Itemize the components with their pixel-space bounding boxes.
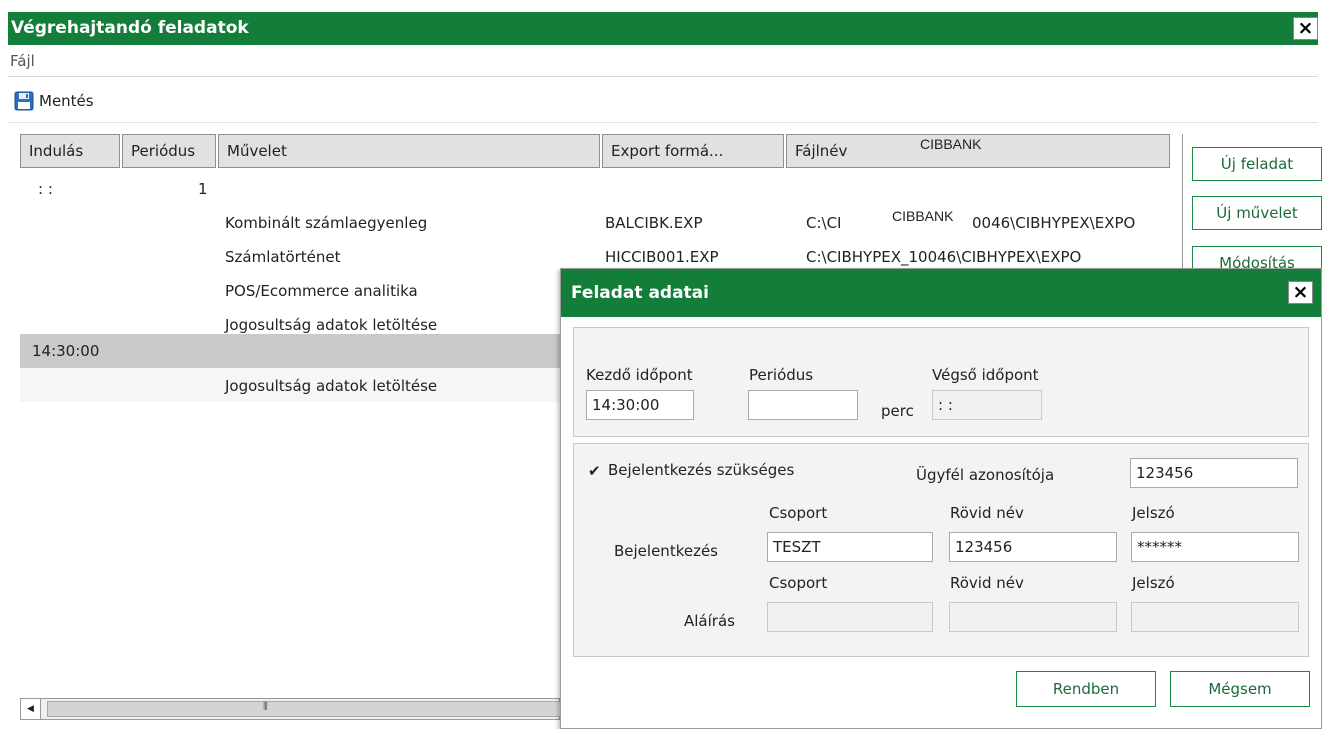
time-panel: Kezdő időpont 14:30:00 Periódus perc Vég… xyxy=(573,327,1309,437)
row-operation[interactable]: Jogosultság adatok letöltése xyxy=(225,316,437,334)
signature-group-input xyxy=(767,602,933,632)
login-panel: ✔ Bejelentkezés szükséges Ügyfél azonosí… xyxy=(573,443,1309,657)
login-short-name-input[interactable]: 123456 xyxy=(949,532,1117,562)
dialog-title: Feladat adatai xyxy=(571,283,709,303)
signature-row-label: Aláírás xyxy=(684,612,735,630)
row-file: C:\CIBHYPEX_10046\CIBHYPEX\EXPO xyxy=(806,248,1082,266)
row-format: HICCIB001.EXP xyxy=(605,248,719,266)
end-time-input: : : xyxy=(932,390,1042,420)
menu-separator xyxy=(8,76,1318,77)
signature-group-header: Csoport xyxy=(769,574,828,592)
scroll-left-icon[interactable]: ◀ xyxy=(21,699,41,719)
period-unit: perc xyxy=(881,402,914,420)
cancel-button[interactable]: Mégsem xyxy=(1170,671,1310,707)
signature-password-input xyxy=(1131,602,1299,632)
column-header-filename-label: Fájlnév xyxy=(795,142,848,160)
client-id-label: Ügyfél azonosítója xyxy=(916,466,1055,484)
floppy-disk-icon xyxy=(14,91,34,111)
row-operation[interactable]: POS/Ecommerce analitika xyxy=(225,282,418,300)
save-label: Mentés xyxy=(39,92,94,110)
column-header-start[interactable]: Indulás xyxy=(20,134,120,168)
signature-short-name-input xyxy=(949,602,1117,632)
row-file-suffix: 0046\CIBHYPEX\EXPO xyxy=(972,214,1136,232)
dialog-title-bar: Feladat adatai xyxy=(561,269,1321,317)
save-button[interactable]: Mentés xyxy=(14,90,94,112)
login-short-name-header: Rövid név xyxy=(950,504,1024,522)
signature-short-name-header: Rövid név xyxy=(950,574,1024,592)
header-overlay-text: CIBBANK xyxy=(920,136,982,152)
horizontal-scrollbar[interactable]: ◀ ⦀ xyxy=(20,698,567,720)
toolbar-separator xyxy=(8,122,1318,123)
login-required-label: Bejelentkezés szükséges xyxy=(608,461,795,479)
signature-password-header: Jelszó xyxy=(1132,574,1175,592)
window-title: Végrehajtandó feladatok xyxy=(11,18,249,38)
scroll-grip-icon: ⦀ xyxy=(263,700,268,713)
start-time-input[interactable]: 14:30:00 xyxy=(586,390,694,420)
row-file-prefix: C:\CI xyxy=(806,214,842,232)
row-operation[interactable]: Számlatörténet xyxy=(225,248,341,266)
task2-start: 14:30:00 xyxy=(32,342,100,360)
new-task-button[interactable]: Új feladat xyxy=(1192,147,1322,181)
period-input[interactable] xyxy=(748,390,858,420)
login-password-header: Jelszó xyxy=(1132,504,1175,522)
start-time-label: Kezdő időpont xyxy=(586,366,693,384)
row-operation[interactable]: Kombinált számlaegyenleg xyxy=(225,214,427,232)
scroll-thumb[interactable] xyxy=(47,701,567,717)
row-operation[interactable]: Jogosultság adatok letöltése xyxy=(225,377,437,395)
task1-period: 1 xyxy=(198,180,208,198)
column-header-export-format[interactable]: Export formá... xyxy=(602,134,784,168)
new-operation-button[interactable]: Új művelet xyxy=(1192,196,1322,230)
login-row-label: Bejelentkezés xyxy=(614,542,718,560)
row-file-overlay: CIBBANK xyxy=(888,208,958,224)
column-header-period[interactable]: Periódus xyxy=(122,134,216,168)
end-time-label: Végső időpont xyxy=(932,366,1039,384)
window-close-icon[interactable]: × xyxy=(1293,17,1318,40)
login-group-input[interactable]: TESZT xyxy=(767,532,933,562)
column-header-operation[interactable]: Művelet xyxy=(218,134,600,168)
row-format: BALCIBK.EXP xyxy=(605,214,703,232)
ok-button[interactable]: Rendben xyxy=(1016,671,1156,707)
task-details-dialog: Feladat adatai × Kezdő időpont 14:30:00 … xyxy=(560,268,1322,729)
login-password-input[interactable]: ****** xyxy=(1131,532,1299,562)
login-group-header: Csoport xyxy=(769,504,828,522)
menu-file[interactable]: Fájl xyxy=(10,52,35,70)
window-title-bar: Végrehajtandó feladatok xyxy=(8,12,1318,45)
period-label: Periódus xyxy=(749,366,814,384)
client-id-input[interactable]: 123456 xyxy=(1130,458,1298,488)
login-required-checkbox[interactable]: ✔ xyxy=(588,462,601,480)
dialog-close-icon[interactable]: × xyxy=(1288,281,1313,304)
task1-start: : : xyxy=(38,180,53,198)
